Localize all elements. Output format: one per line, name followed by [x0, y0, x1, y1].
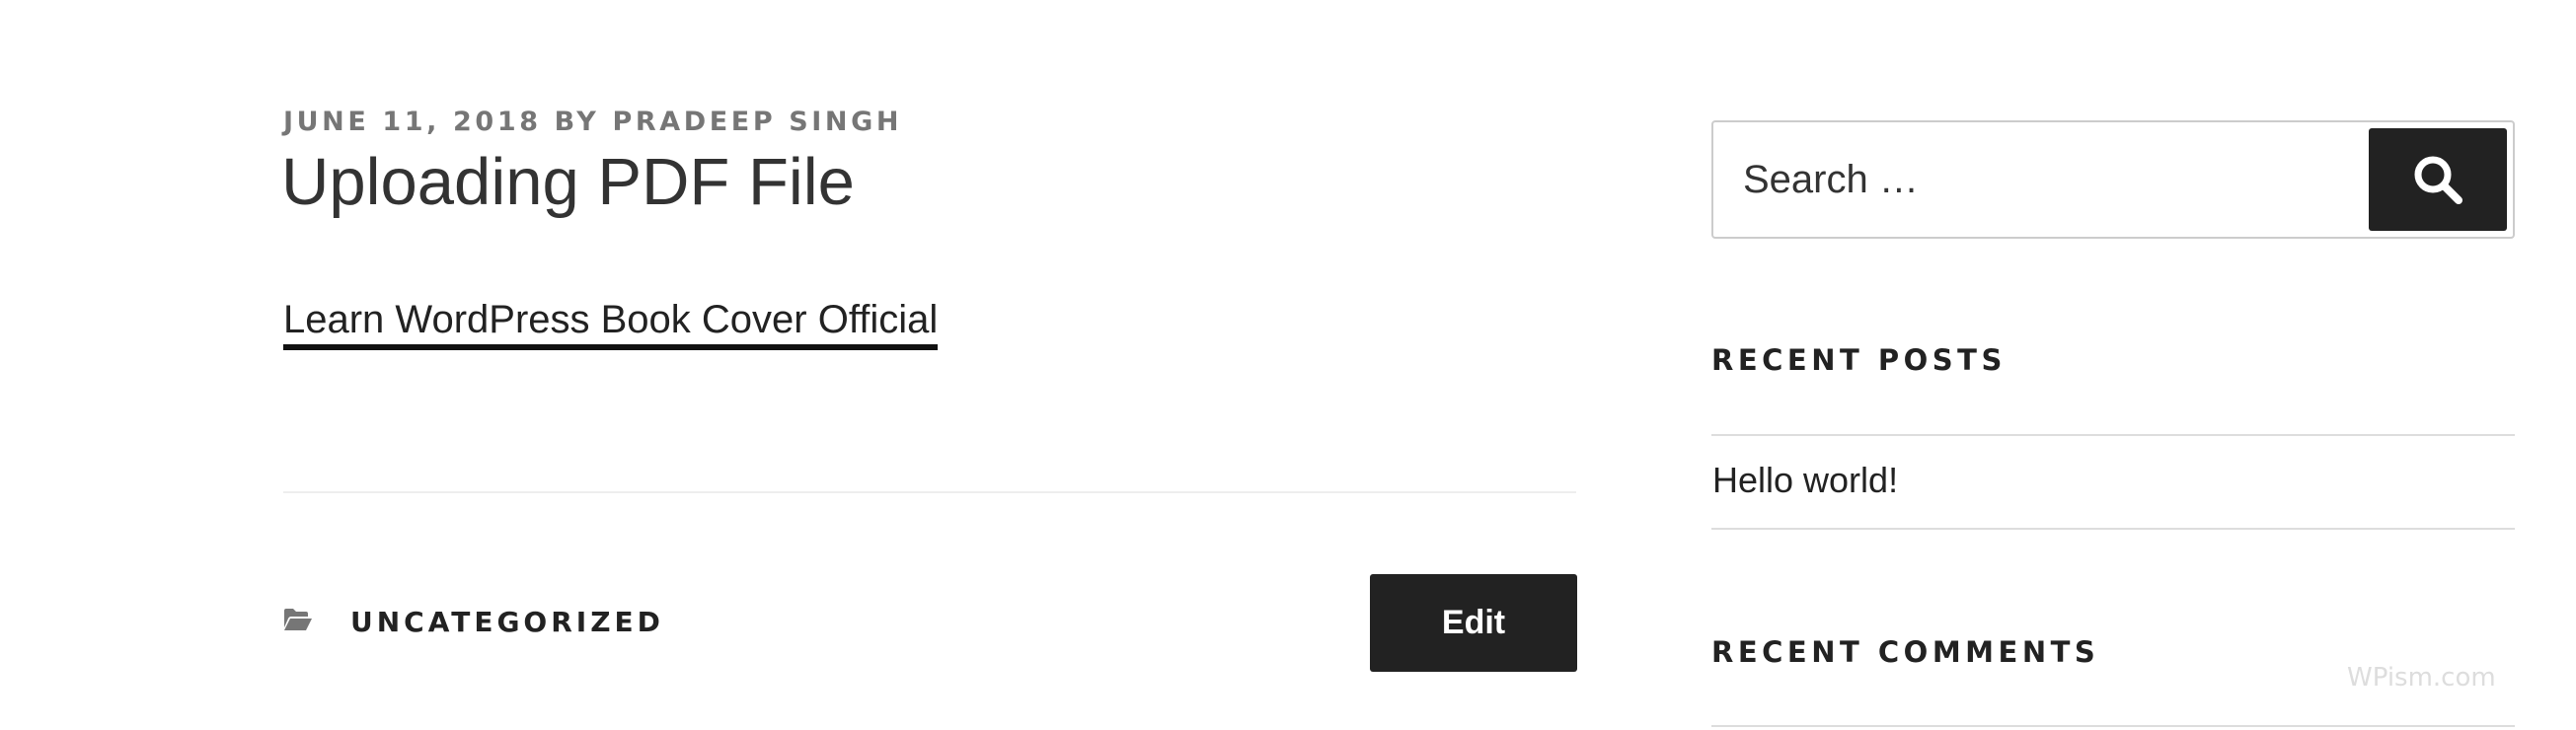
search-button[interactable] — [2369, 128, 2507, 231]
search-icon — [2410, 152, 2465, 207]
content-divider — [283, 491, 1576, 493]
edit-button[interactable]: Edit — [1370, 574, 1577, 672]
pdf-attachment-link[interactable]: Learn WordPress Book Cover Official — [283, 296, 939, 350]
entry-meta: JUNE 11, 2018 BY PRADEEP SINGH — [283, 107, 902, 137]
search-form — [1711, 120, 2515, 239]
divider — [1711, 725, 2515, 727]
recent-comments-title: RECENT COMMENTS — [1711, 635, 2100, 669]
folder-open-icon — [283, 608, 313, 631]
watermark: WPism.com — [2347, 663, 2496, 693]
page-title: Uploading PDF File — [281, 145, 855, 219]
divider — [1711, 528, 2515, 530]
recent-posts-title: RECENT POSTS — [1711, 343, 2007, 377]
search-input[interactable] — [1743, 150, 2335, 209]
divider — [1711, 434, 2515, 436]
category-link[interactable]: UNCATEGORIZED — [350, 606, 664, 638]
post-author-link[interactable]: PRADEEP SINGH — [612, 107, 902, 137]
post-date-link[interactable]: JUNE 11, 2018 — [283, 107, 542, 137]
recent-post-link[interactable]: Hello world! — [1712, 460, 1898, 501]
byline-by: BY — [554, 107, 600, 137]
